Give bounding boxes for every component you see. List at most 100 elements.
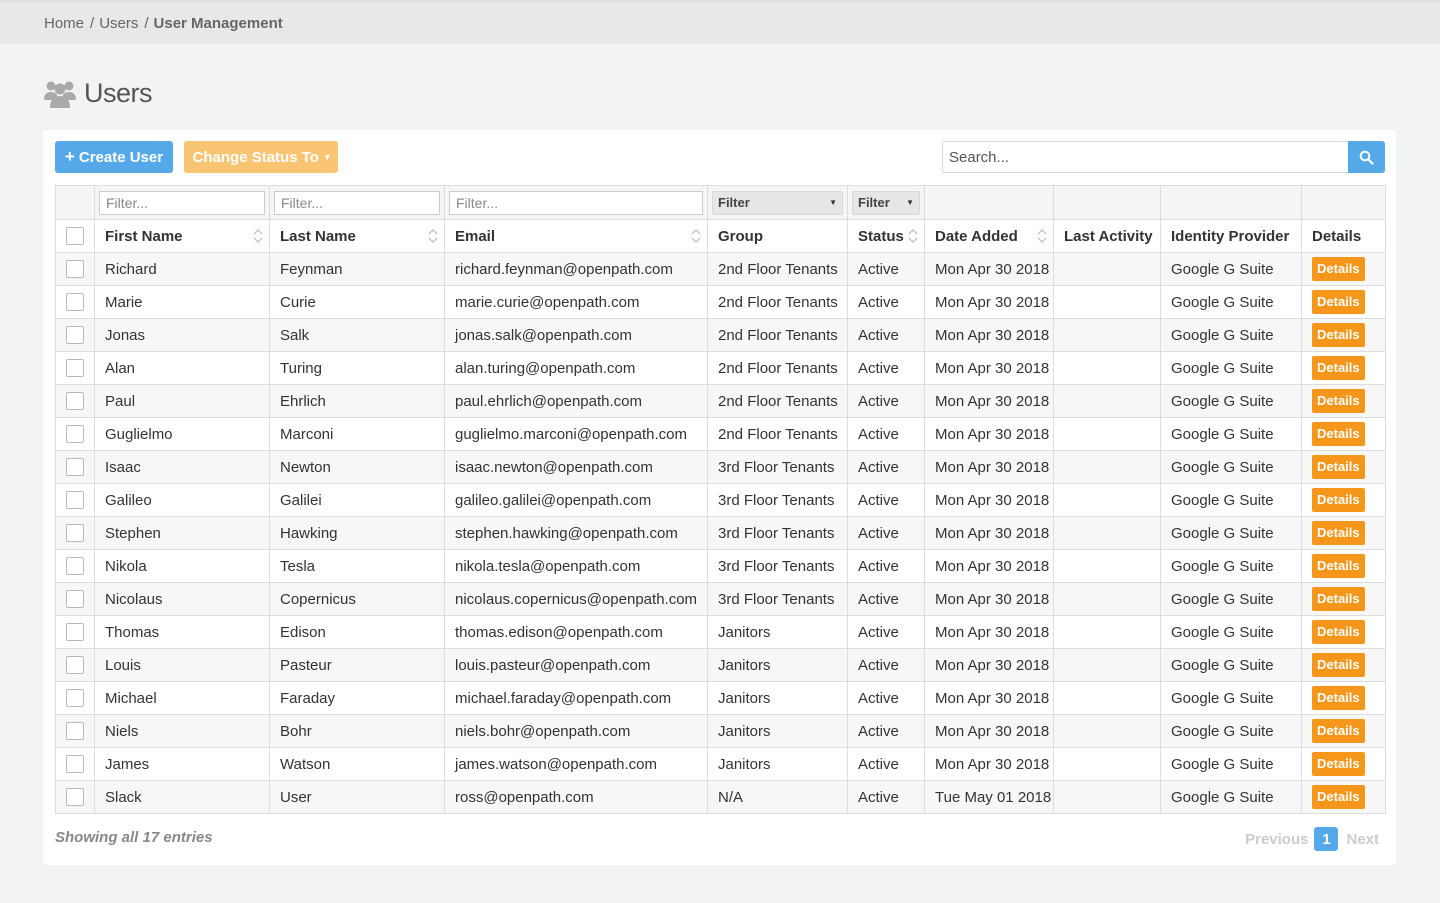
column-header-first-name[interactable]: First Name — [94, 219, 270, 253]
cell-last-activity — [1053, 780, 1161, 814]
page-title: Users — [84, 77, 153, 108]
details-button[interactable]: Details — [1312, 356, 1365, 380]
cell-date-added: Mon Apr 30 2018 — [924, 417, 1054, 451]
breadcrumb-separator: / — [144, 14, 149, 32]
row-checkbox[interactable] — [66, 557, 84, 575]
row-select-cell — [55, 516, 95, 550]
row-checkbox[interactable] — [66, 656, 84, 674]
details-button[interactable]: Details — [1312, 653, 1365, 677]
details-cell: Details — [1301, 384, 1386, 418]
row-checkbox[interactable] — [66, 359, 84, 377]
cell-group: 3rd Floor Tenants — [707, 549, 848, 583]
details-button[interactable]: Details — [1312, 686, 1365, 710]
column-header-last-name[interactable]: Last Name — [269, 219, 445, 253]
create-user-button[interactable]: + Create User — [55, 141, 173, 173]
table-row: Isaac Newton isaac.newton@openpath.com 3rd … — [55, 450, 1386, 484]
cell-group: 2nd Floor Tenants — [707, 252, 848, 286]
details-button[interactable]: Details — [1312, 323, 1365, 347]
cell-status: Active — [847, 318, 925, 352]
cell-first-name: Slack — [94, 780, 270, 814]
column-header-status[interactable]: Status — [847, 219, 925, 253]
row-select-cell — [55, 450, 95, 484]
details-button[interactable]: Details — [1312, 521, 1365, 545]
cell-email: james.watson@openpath.com — [444, 747, 708, 781]
status-filter-select[interactable]: Filter ▼ — [852, 190, 920, 215]
row-checkbox[interactable] — [66, 293, 84, 311]
select-all-checkbox[interactable] — [66, 227, 84, 245]
group-filter-select[interactable]: Filter ▼ — [712, 190, 843, 215]
details-button[interactable]: Details — [1312, 389, 1365, 413]
cell-status: Active — [847, 681, 925, 715]
row-checkbox[interactable] — [66, 326, 84, 344]
email-filter[interactable] — [449, 190, 703, 215]
cell-status: Active — [847, 417, 925, 451]
row-checkbox[interactable] — [66, 722, 84, 740]
cell-first-name: Niels — [94, 714, 270, 748]
breadcrumb-users[interactable]: Users — [99, 15, 138, 32]
row-checkbox[interactable] — [66, 590, 84, 608]
column-header-email[interactable]: Email — [444, 219, 708, 253]
cell-identity-provider: Google G Suite — [1160, 714, 1302, 748]
page-1-button[interactable]: 1 — [1314, 827, 1339, 851]
row-select-cell — [55, 648, 95, 682]
details-button[interactable]: Details — [1312, 587, 1365, 611]
row-checkbox[interactable] — [66, 755, 84, 773]
previous-page-button[interactable]: Previous — [1245, 831, 1308, 848]
plus-icon: + — [64, 147, 75, 166]
last-name-filter[interactable] — [274, 190, 440, 215]
row-checkbox[interactable] — [66, 689, 84, 707]
cell-last-activity — [1053, 582, 1161, 616]
row-checkbox[interactable] — [66, 458, 84, 476]
details-button[interactable]: Details — [1312, 719, 1365, 743]
details-button[interactable]: Details — [1312, 257, 1365, 281]
row-checkbox[interactable] — [66, 524, 84, 542]
row-checkbox[interactable] — [66, 623, 84, 641]
sort-icon — [253, 229, 263, 243]
details-button[interactable]: Details — [1312, 752, 1365, 776]
row-checkbox[interactable] — [66, 491, 84, 509]
breadcrumb-home[interactable]: Home — [44, 15, 84, 32]
cell-date-added: Mon Apr 30 2018 — [924, 615, 1054, 649]
row-select-cell — [55, 417, 95, 451]
cell-status: Active — [847, 582, 925, 616]
cell-last-activity — [1053, 252, 1161, 286]
details-button[interactable]: Details — [1312, 785, 1365, 809]
cell-email: nicolaus.copernicus@openpath.com — [444, 582, 708, 616]
details-button[interactable]: Details — [1312, 455, 1365, 479]
next-page-button[interactable]: Next — [1346, 831, 1379, 848]
cell-last-name: Salk — [269, 318, 445, 352]
row-checkbox[interactable] — [66, 788, 84, 806]
cell-date-added: Mon Apr 30 2018 — [924, 714, 1054, 748]
cell-email: marie.curie@openpath.com — [444, 285, 708, 319]
details-button[interactable]: Details — [1312, 290, 1365, 314]
details-cell: Details — [1301, 417, 1386, 451]
cell-status: Active — [847, 648, 925, 682]
cell-date-added: Mon Apr 30 2018 — [924, 582, 1054, 616]
cell-group: 3rd Floor Tenants — [707, 516, 848, 550]
cell-last-activity — [1053, 747, 1161, 781]
row-checkbox[interactable] — [66, 392, 84, 410]
details-button[interactable]: Details — [1312, 422, 1365, 446]
cell-identity-provider: Google G Suite — [1160, 747, 1302, 781]
first-name-filter[interactable] — [99, 190, 265, 215]
column-header-date-added[interactable]: Date Added — [924, 219, 1054, 253]
row-checkbox[interactable] — [66, 260, 84, 278]
details-button[interactable]: Details — [1312, 554, 1365, 578]
cell-last-activity — [1053, 714, 1161, 748]
create-user-label: Create User — [78, 148, 164, 166]
details-button[interactable]: Details — [1312, 488, 1365, 512]
details-button[interactable]: Details — [1312, 620, 1365, 644]
details-cell: Details — [1301, 318, 1386, 352]
cell-first-name: Michael — [94, 681, 270, 715]
change-status-button[interactable]: Change Status To ▾ — [184, 141, 338, 173]
search-button[interactable] — [1348, 141, 1385, 173]
table-row: Niels Bohr niels.bohr@openpath.com Janitors… — [55, 714, 1386, 748]
sort-icon — [908, 229, 918, 243]
search-input[interactable] — [942, 141, 1349, 173]
row-select-cell — [55, 285, 95, 319]
cell-email: guglielmo.marconi@openpath.com — [444, 417, 708, 451]
table-row: Alan Turing alan.turing@openpath.com 2nd Fl… — [55, 351, 1386, 385]
cell-identity-provider: Google G Suite — [1160, 252, 1302, 286]
details-cell: Details — [1301, 351, 1386, 385]
row-checkbox[interactable] — [66, 425, 84, 443]
